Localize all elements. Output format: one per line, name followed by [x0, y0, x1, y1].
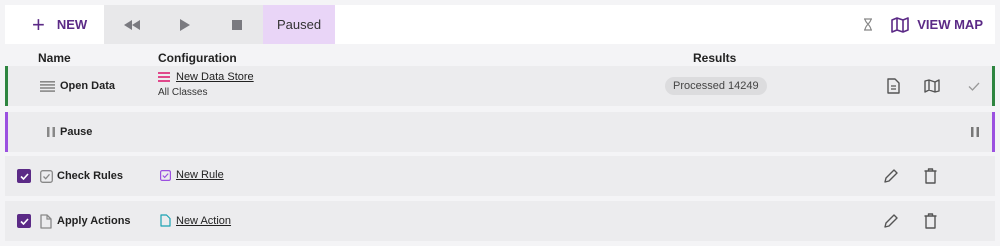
list-icon	[39, 78, 55, 94]
checkbox-icon	[38, 168, 54, 184]
new-button-label: NEW	[56, 17, 88, 32]
check-icon	[19, 217, 29, 225]
plus-icon: +	[32, 11, 45, 37]
checkbox-icon	[160, 169, 171, 181]
trash-icon[interactable]	[920, 211, 940, 231]
file-icon	[38, 213, 54, 229]
rewind-button[interactable]	[104, 5, 159, 44]
config-link[interactable]: New Data Store	[176, 71, 254, 83]
row-name: Check Rules	[57, 170, 124, 182]
config-subtext: All Classes	[158, 87, 208, 98]
pause-icon[interactable]	[965, 122, 985, 142]
status-badge: Paused	[263, 5, 335, 44]
config-cell: New Data Store	[158, 71, 254, 83]
row-name: Pause	[60, 126, 93, 138]
list-item[interactable]: Pause	[5, 112, 995, 152]
list-item[interactable]: Apply Actions New Action	[5, 201, 995, 241]
play-icon	[180, 18, 190, 31]
document-icon[interactable]	[883, 76, 903, 96]
column-header-name: Name	[38, 51, 71, 65]
results-badge: Processed 14249	[665, 77, 767, 95]
database-icon	[158, 72, 170, 82]
map-icon[interactable]	[922, 76, 942, 96]
check-icon	[19, 172, 29, 180]
stop-button[interactable]	[211, 5, 263, 44]
list-item[interactable]: Open Data New Data Store All Classes Pro…	[5, 66, 995, 106]
column-header-configuration: Configuration	[158, 51, 237, 65]
map-icon	[891, 16, 910, 33]
pause-icon	[43, 124, 59, 140]
rewind-icon	[123, 19, 140, 30]
file-icon	[160, 214, 171, 227]
config-link[interactable]: New Rule	[176, 169, 224, 181]
view-map-button[interactable]: VIEW MAP	[883, 5, 995, 44]
config-cell: New Action	[160, 214, 231, 227]
view-map-label: VIEW MAP	[917, 17, 983, 32]
pencil-icon[interactable]	[881, 166, 901, 186]
config-cell: New Rule	[160, 169, 224, 181]
hourglass-icon	[853, 5, 883, 44]
playback-controls	[104, 5, 263, 44]
list-item[interactable]: Check Rules New Rule	[5, 156, 995, 196]
row-checkbox[interactable]	[17, 214, 31, 228]
row-name: Apply Actions	[57, 215, 131, 227]
column-headers: Name Configuration Results	[0, 50, 1000, 66]
row-checkbox[interactable]	[17, 169, 31, 183]
row-name: Open Data	[60, 80, 116, 92]
check-icon	[964, 76, 984, 96]
trash-icon[interactable]	[920, 166, 940, 186]
pencil-icon[interactable]	[881, 211, 901, 231]
toolbar: + NEW Paused VIEW MAP	[5, 5, 995, 44]
column-header-results: Results	[693, 51, 737, 65]
stop-icon	[232, 19, 242, 30]
config-link[interactable]: New Action	[176, 215, 231, 227]
new-button[interactable]: + NEW	[5, 5, 104, 44]
play-button[interactable]	[159, 5, 211, 44]
